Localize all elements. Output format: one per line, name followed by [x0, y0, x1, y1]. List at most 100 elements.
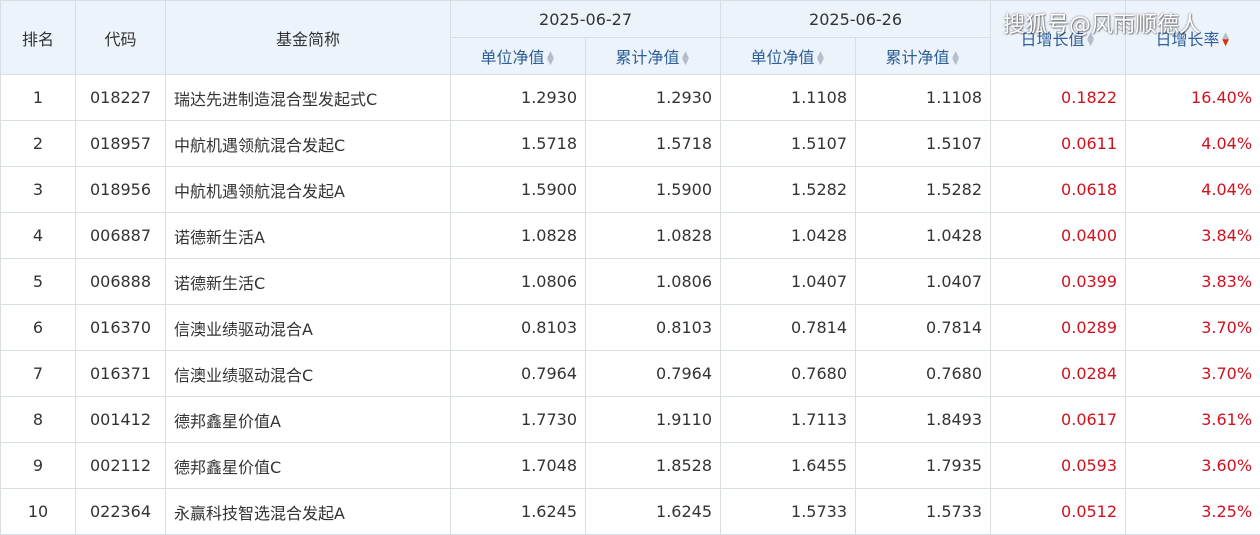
rank-cell: 10 [1, 489, 76, 535]
header-unit-nav-current[interactable]: 单位净值▲▼ [451, 38, 586, 75]
acc-nav-previous-cell: 1.7935 [856, 443, 991, 489]
daily-rate-cell: 4.04% [1126, 121, 1260, 167]
header-unit-nav-label: 单位净值 [480, 48, 544, 67]
acc-nav-current-cell: 0.7964 [586, 351, 721, 397]
header-code: 代码 [76, 1, 166, 75]
unit-nav-current-cell: 1.2930 [451, 75, 586, 121]
fund-name-link[interactable]: 瑞达先进制造混合型发起式C [166, 75, 451, 121]
sort-icon: ▲▼ [951, 52, 961, 66]
fund-code-link[interactable]: 018956 [76, 167, 166, 213]
fund-code-link[interactable]: 016370 [76, 305, 166, 351]
fund-code-link[interactable]: 018957 [76, 121, 166, 167]
header-daily-growth[interactable]: 日增长值▲▼ [991, 1, 1126, 75]
unit-nav-previous-cell: 1.0428 [721, 213, 856, 259]
daily-rate-cell: 3.25% [1126, 489, 1260, 535]
acc-nav-previous-cell: 1.8493 [856, 397, 991, 443]
unit-nav-current-cell: 1.0828 [451, 213, 586, 259]
unit-nav-current-cell: 1.7048 [451, 443, 586, 489]
fund-name-link[interactable]: 德邦鑫星价值C [166, 443, 451, 489]
header-row-top: 排名 代码 基金简称 2025-06-27 2025-06-26 日增长值▲▼ … [1, 1, 1260, 38]
rank-cell: 9 [1, 443, 76, 489]
daily-rate-cell: 16.40% [1126, 75, 1260, 121]
rank-cell: 2 [1, 121, 76, 167]
fund-ranking-table: 排名 代码 基金简称 2025-06-27 2025-06-26 日增长值▲▼ … [0, 0, 1260, 535]
acc-nav-previous-cell: 0.7680 [856, 351, 991, 397]
header-fund-name: 基金简称 [166, 1, 451, 75]
fund-name-link[interactable]: 诺德新生活C [166, 259, 451, 305]
header-rank: 排名 [1, 1, 76, 75]
header-daily-rate-label: 日增长率 [1156, 30, 1220, 49]
table-row: 10022364永赢科技智选混合发起A1.62451.62451.57331.5… [1, 489, 1260, 535]
daily-growth-cell: 0.1822 [991, 75, 1126, 121]
unit-nav-current-cell: 1.7730 [451, 397, 586, 443]
fund-name-link[interactable]: 诺德新生活A [166, 213, 451, 259]
daily-rate-cell: 3.84% [1126, 213, 1260, 259]
rank-cell: 3 [1, 167, 76, 213]
fund-code-link[interactable]: 001412 [76, 397, 166, 443]
daily-rate-cell: 3.60% [1126, 443, 1260, 489]
acc-nav-current-cell: 1.8528 [586, 443, 721, 489]
fund-name-link[interactable]: 中航机遇领航混合发起C [166, 121, 451, 167]
fund-code-link[interactable]: 006888 [76, 259, 166, 305]
fund-name-link[interactable]: 永赢科技智选混合发起A [166, 489, 451, 535]
unit-nav-previous-cell: 1.5733 [721, 489, 856, 535]
sort-icon: ▲▼ [546, 52, 556, 66]
fund-code-link[interactable]: 006887 [76, 213, 166, 259]
acc-nav-current-cell: 1.5718 [586, 121, 721, 167]
table-row: 2018957中航机遇领航混合发起C1.57181.57181.51071.51… [1, 121, 1260, 167]
fund-code-link[interactable]: 016371 [76, 351, 166, 397]
unit-nav-previous-cell: 1.7113 [721, 397, 856, 443]
header-unit-nav-previous[interactable]: 单位净值▲▼ [721, 38, 856, 75]
fund-name-link[interactable]: 信澳业绩驱动混合C [166, 351, 451, 397]
fund-code-link[interactable]: 022364 [76, 489, 166, 535]
sort-icon: ▲▼ [816, 52, 826, 66]
fund-name-link[interactable]: 德邦鑫星价值A [166, 397, 451, 443]
daily-growth-cell: 0.0512 [991, 489, 1126, 535]
acc-nav-current-cell: 1.6245 [586, 489, 721, 535]
table-row: 4006887诺德新生活A1.08281.08281.04281.04280.0… [1, 213, 1260, 259]
acc-nav-previous-cell: 1.5282 [856, 167, 991, 213]
fund-code-link[interactable]: 018227 [76, 75, 166, 121]
header-acc-nav-previous[interactable]: 累计净值▲▼ [856, 38, 991, 75]
acc-nav-current-cell: 1.0806 [586, 259, 721, 305]
unit-nav-previous-cell: 1.6455 [721, 443, 856, 489]
rank-cell: 4 [1, 213, 76, 259]
daily-rate-cell: 3.83% [1126, 259, 1260, 305]
header-daily-rate[interactable]: 日增长率▲▼ [1126, 1, 1260, 75]
unit-nav-previous-cell: 1.5282 [721, 167, 856, 213]
table-row: 9002112德邦鑫星价值C1.70481.85281.64551.79350.… [1, 443, 1260, 489]
acc-nav-previous-cell: 1.5107 [856, 121, 991, 167]
daily-growth-cell: 0.0399 [991, 259, 1126, 305]
daily-growth-cell: 0.0618 [991, 167, 1126, 213]
unit-nav-current-cell: 1.6245 [451, 489, 586, 535]
table-row: 6016370信澳业绩驱动混合A0.81030.81030.78140.7814… [1, 305, 1260, 351]
table-row: 3018956中航机遇领航混合发起A1.59001.59001.52821.52… [1, 167, 1260, 213]
acc-nav-current-cell: 1.5900 [586, 167, 721, 213]
sort-icon: ▲▼ [1086, 33, 1096, 47]
header-acc-nav-label: 累计净值 [886, 48, 950, 67]
acc-nav-previous-cell: 0.7814 [856, 305, 991, 351]
fund-name-link[interactable]: 信澳业绩驱动混合A [166, 305, 451, 351]
rank-cell: 8 [1, 397, 76, 443]
acc-nav-current-cell: 1.0828 [586, 213, 721, 259]
acc-nav-current-cell: 0.8103 [586, 305, 721, 351]
unit-nav-current-cell: 1.5900 [451, 167, 586, 213]
fund-name-link[interactable]: 中航机遇领航混合发起A [166, 167, 451, 213]
daily-rate-cell: 4.04% [1126, 167, 1260, 213]
table-row: 5006888诺德新生活C1.08061.08061.04071.04070.0… [1, 259, 1260, 305]
unit-nav-current-cell: 1.0806 [451, 259, 586, 305]
sort-icon: ▲▼ [681, 52, 691, 66]
fund-code-link[interactable]: 002112 [76, 443, 166, 489]
acc-nav-previous-cell: 1.5733 [856, 489, 991, 535]
daily-growth-cell: 0.0593 [991, 443, 1126, 489]
acc-nav-previous-cell: 1.0407 [856, 259, 991, 305]
rank-cell: 1 [1, 75, 76, 121]
table-body: 1018227瑞达先进制造混合型发起式C1.29301.29301.11081.… [1, 75, 1260, 535]
unit-nav-current-cell: 0.8103 [451, 305, 586, 351]
table-row: 8001412德邦鑫星价值A1.77301.91101.71131.84930.… [1, 397, 1260, 443]
daily-rate-cell: 3.70% [1126, 305, 1260, 351]
daily-growth-cell: 0.0289 [991, 305, 1126, 351]
header-acc-nav-label: 累计净值 [616, 48, 680, 67]
header-daily-growth-label: 日增长值 [1021, 30, 1085, 49]
header-acc-nav-current[interactable]: 累计净值▲▼ [586, 38, 721, 75]
